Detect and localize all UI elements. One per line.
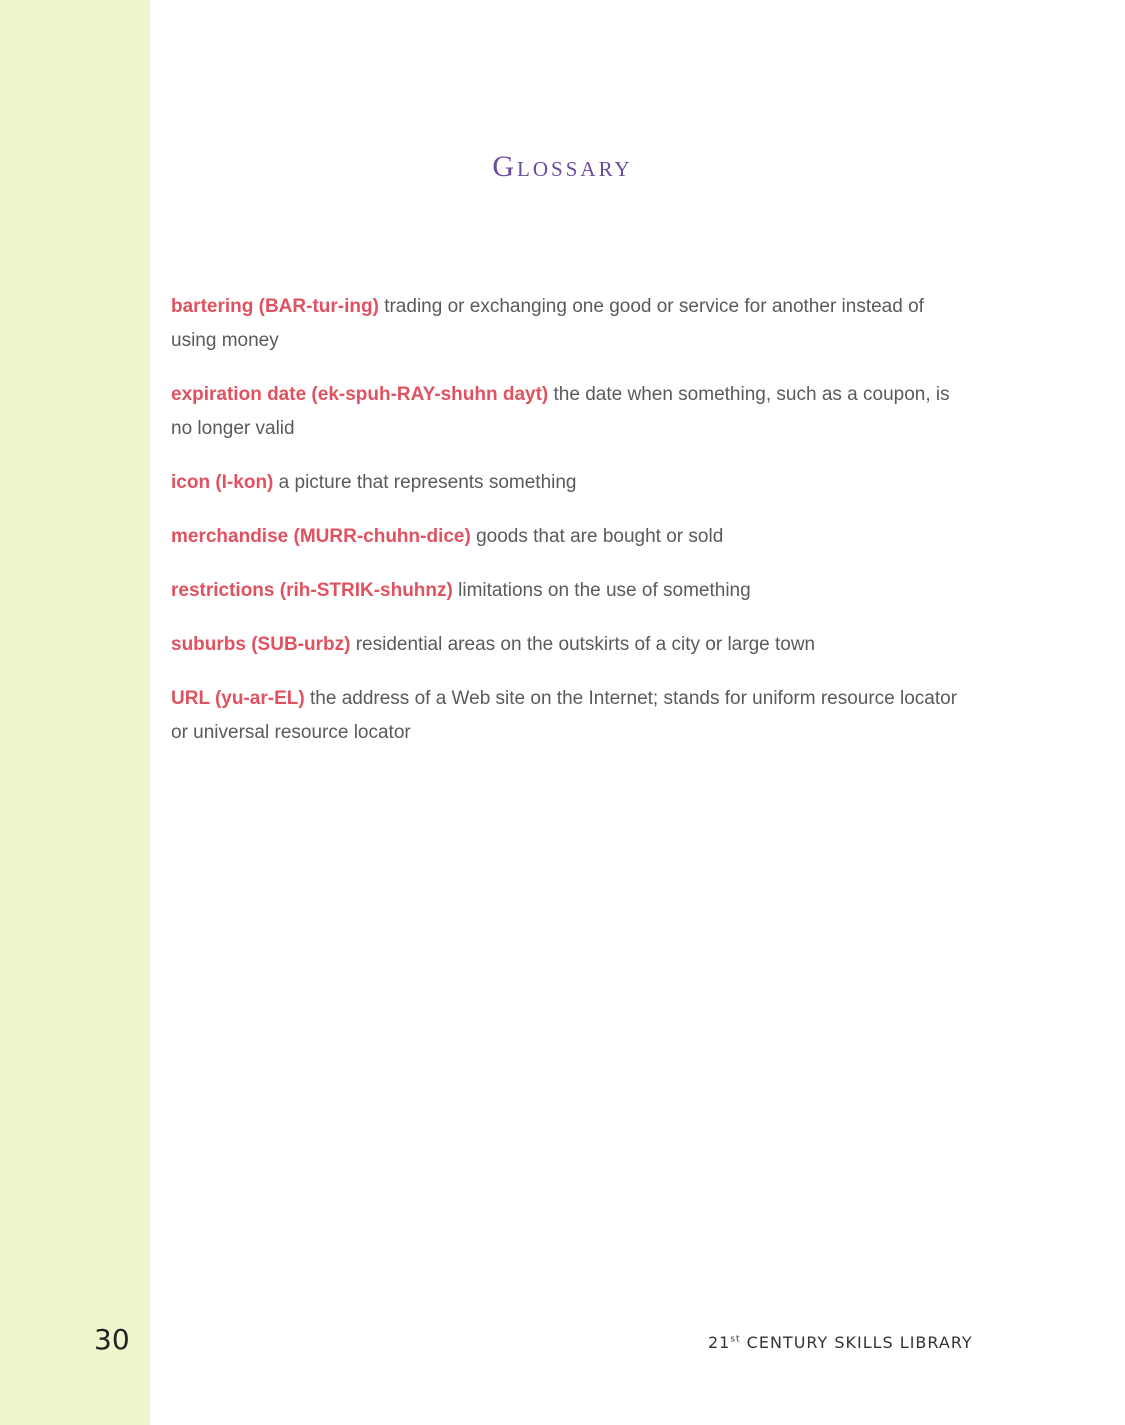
- footer-superscript: st: [730, 1334, 741, 1345]
- glossary-term: suburbs (SUB-urbz): [171, 634, 351, 655]
- glossary-definition: a picture that represents something: [278, 472, 577, 493]
- glossary-term: bartering (BAR-tur-ing): [171, 296, 379, 317]
- glossary-entry: URL (yu-ar-EL) the address of a Web site…: [171, 682, 971, 750]
- glossary-term: merchandise (MURR-chuhn-dice): [171, 526, 471, 547]
- glossary-term: icon (I-kon): [171, 472, 274, 493]
- footer-number: 21: [708, 1333, 731, 1352]
- side-band: [0, 0, 150, 1425]
- glossary-definition: limitations on the use of something: [458, 580, 751, 601]
- page-title: Glossary: [492, 150, 633, 183]
- glossary-list: bartering (BAR-tur-ing) trading or excha…: [171, 290, 971, 770]
- footer-text: CENTURY SKILLS LIBRARY: [740, 1333, 973, 1352]
- page-number: 30: [94, 1323, 130, 1356]
- glossary-entry: expiration date (ek-spuh-RAY-shuhn dayt)…: [171, 378, 971, 446]
- glossary-entry: bartering (BAR-tur-ing) trading or excha…: [171, 290, 971, 358]
- series-footer: 21st CENTURY SKILLS LIBRARY: [708, 1333, 973, 1352]
- glossary-entry: restrictions (rih-STRIK-shuhnz) limitati…: [171, 574, 971, 608]
- glossary-entry: suburbs (SUB-urbz) residential areas on …: [171, 628, 971, 662]
- glossary-entry: merchandise (MURR-chuhn-dice) goods that…: [171, 520, 971, 554]
- glossary-term: restrictions (rih-STRIK-shuhnz): [171, 580, 453, 601]
- glossary-term: URL (yu-ar-EL): [171, 688, 305, 709]
- glossary-definition: residential areas on the outskirts of a …: [355, 634, 816, 655]
- glossary-definition: goods that are bought or sold: [476, 526, 724, 547]
- glossary-term: expiration date (ek-spuh-RAY-shuhn dayt): [171, 384, 549, 405]
- glossary-entry: icon (I-kon) a picture that represents s…: [171, 466, 971, 500]
